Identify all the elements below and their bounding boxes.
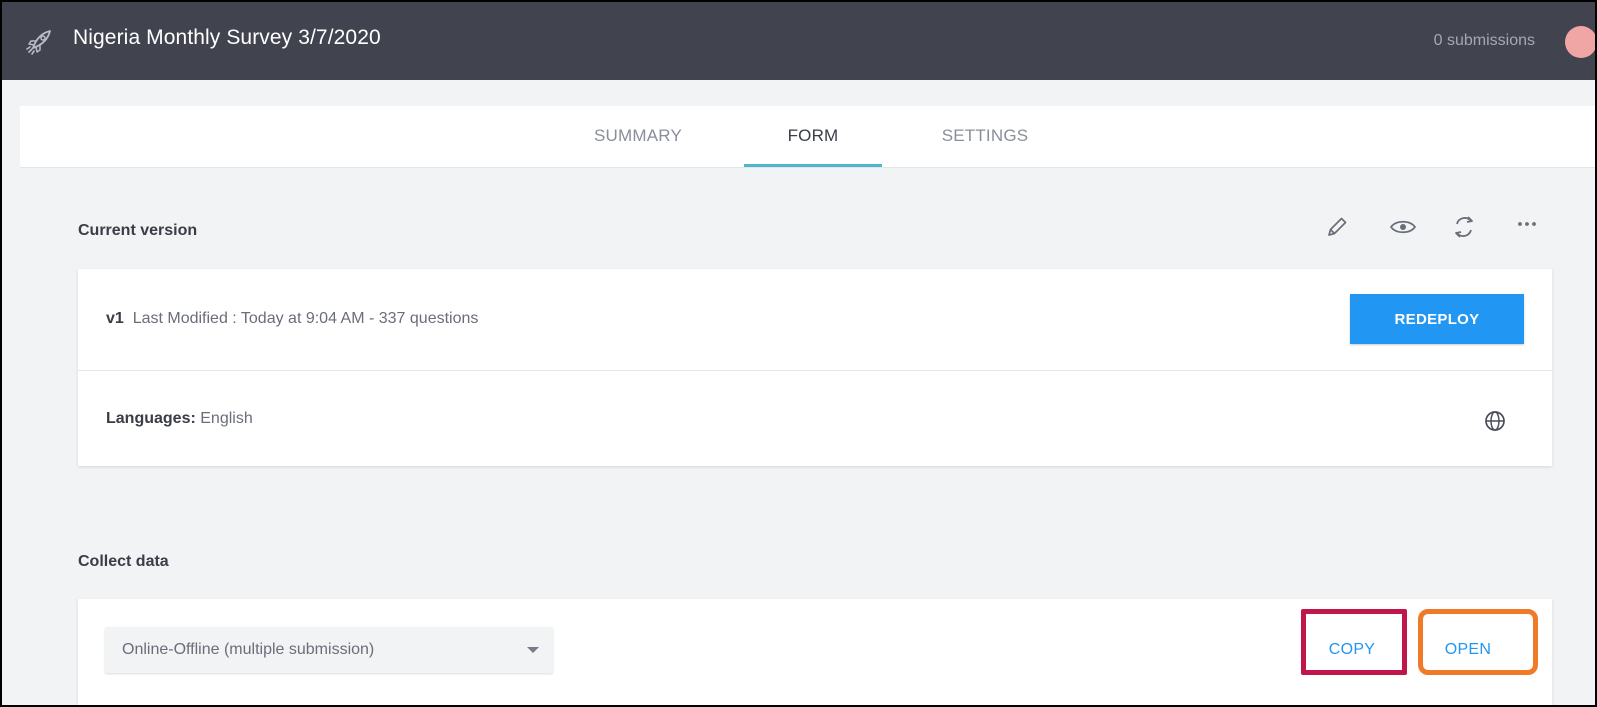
redeploy-button[interactable]: REDEPLOY (1350, 294, 1524, 344)
tab-summary[interactable]: SUMMARY (568, 106, 708, 167)
tab-form[interactable]: FORM (744, 106, 882, 167)
project-title: Nigeria Monthly Survey 3/7/2020 (73, 26, 381, 49)
copy-highlight-box (1301, 609, 1407, 675)
current-version-card: v1 Last Modified : Today at 9:04 AM - 33… (78, 269, 1552, 466)
submission-count: 0 submissions (1433, 32, 1535, 49)
rocket-icon (26, 30, 51, 55)
open-highlight-box (1418, 609, 1538, 675)
tab-settings[interactable]: SETTINGS (915, 106, 1055, 167)
avatar[interactable] (1565, 26, 1595, 58)
languages-row: Languages: English (106, 410, 253, 428)
version-number: v1 (106, 310, 124, 327)
version-info: v1 Last Modified : Today at 9:04 AM - 33… (106, 310, 478, 328)
eye-icon[interactable] (1388, 212, 1418, 242)
selected-option: Online-Offline (multiple submission) (122, 641, 375, 658)
languages-value: English (200, 410, 253, 427)
more-icon[interactable] (1513, 212, 1543, 242)
tab-bar: SUMMARY FORM SETTINGS (20, 106, 1595, 168)
collect-data-heading: Collect data (78, 553, 169, 570)
languages-label: Languages: (106, 410, 196, 427)
top-header: Nigeria Monthly Survey 3/7/2020 0 submis… (2, 2, 1595, 80)
globe-icon[interactable] (1483, 409, 1507, 433)
pencil-icon[interactable] (1322, 212, 1352, 242)
app-frame: Nigeria Monthly Survey 3/7/2020 0 submis… (0, 0, 1597, 707)
current-version-heading: Current version (78, 222, 198, 239)
caret-down-icon (527, 647, 539, 653)
collection-method-select[interactable]: Online-Offline (multiple submission) (105, 627, 553, 673)
last-modified-text: Last Modified : Today at 9:04 AM - 337 q… (132, 310, 479, 327)
refresh-icon[interactable] (1449, 212, 1479, 242)
divider (78, 370, 1552, 371)
